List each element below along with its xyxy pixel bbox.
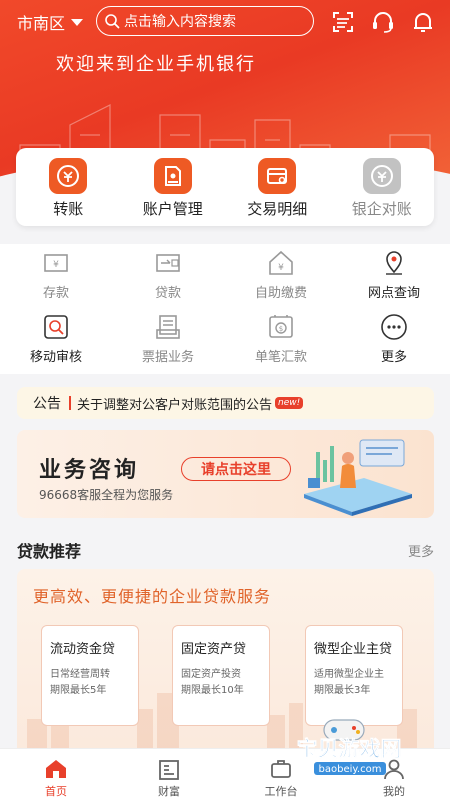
loan-headline: 更高效、更便捷的企业贷款服务 — [33, 587, 272, 606]
deposit-icon: ¥ — [44, 254, 68, 272]
loan-card-desc: 日常经营周转 — [50, 669, 110, 680]
consult-button[interactable]: 请点击这里 — [181, 457, 291, 481]
single-remit-icon: $ — [269, 315, 293, 338]
more-dots-icon — [381, 314, 407, 340]
notice-bar[interactable]: 公告 关于调整对公客户对账范围的公告 new! — [17, 387, 434, 419]
loan-card-desc: 适用微型企业主 — [314, 669, 384, 680]
loan-card-working-capital[interactable]: 流动资金贷 日常经营周转 期限最长5年 — [41, 625, 139, 726]
service-label: 移动审核 — [29, 350, 82, 365]
section-title: 贷款推荐 — [17, 542, 82, 561]
consult-illustration — [304, 439, 412, 516]
service-mobile-review[interactable]: 移动审核 — [0, 312, 112, 365]
consult-title: 业务咨询 — [39, 458, 140, 483]
nav-wealth[interactable]: 财富 — [124, 757, 214, 799]
quick-action-label: 账户管理 — [142, 200, 203, 218]
scan-icon[interactable] — [330, 9, 356, 35]
notice-tag: 公告 — [33, 396, 61, 412]
customer-service-icon[interactable] — [370, 9, 396, 35]
nav-label: 我的 — [383, 785, 405, 798]
branch-location-icon — [386, 251, 402, 275]
consult-subtitle: 96668客服全程为您服务 — [39, 488, 174, 502]
city-selector[interactable]: 市南区 — [17, 10, 84, 34]
service-bill-business[interactable]: 票据业务 — [112, 312, 224, 365]
gamepad-logo-icon: 宝贝游戏网 baobeiy.com — [296, 719, 402, 775]
welcome-text: 欢迎来到企业手机银行 — [56, 54, 256, 75]
search-input[interactable]: 点击输入内容搜索 — [96, 6, 314, 36]
top-bar: 市南区 点击输入内容搜索 — [0, 4, 450, 38]
new-badge: new! — [275, 397, 304, 409]
site-watermark: 宝贝游戏网 baobeiy.com — [276, 718, 422, 778]
service-deposit[interactable]: ¥ 存款 — [0, 248, 112, 301]
loan-card-fixed-asset[interactable]: 固定资产贷 固定资产投资 期限最长10年 — [172, 625, 270, 726]
nav-label: 财富 — [158, 785, 180, 798]
quick-action-reconcile[interactable]: 银企对账 — [330, 148, 435, 226]
service-grid: ¥ 存款 贷款 ¥ 自助缴费 网点查询 移动审核 票据业务 $ 单笔汇款 更多 — [0, 244, 450, 374]
bill-business-icon — [156, 315, 180, 339]
service-self-payment[interactable]: ¥ 自助缴费 — [225, 248, 337, 301]
consult-banner[interactable]: 业务咨询 请点击这里 96668客服全程为您服务 — [17, 430, 434, 518]
self-payment-icon: ¥ — [269, 250, 293, 275]
service-single-remit[interactable]: $ 单笔汇款 — [225, 312, 337, 365]
quick-action-transfer[interactable]: 转账 — [16, 148, 121, 226]
quick-action-label: 转账 — [53, 200, 84, 218]
quick-actions-card: 转账 账户管理 交易明细 银企对账 — [16, 148, 434, 226]
svg-text:宝贝游戏网: 宝贝游戏网 — [297, 737, 402, 761]
service-label: 票据业务 — [141, 350, 194, 365]
search-icon — [105, 14, 120, 29]
service-label: 存款 — [42, 286, 69, 301]
nav-home[interactable]: 首页 — [11, 757, 101, 799]
nav-label: 工作台 — [264, 785, 298, 798]
quick-action-label: 银企对账 — [351, 200, 412, 218]
notice-text: 关于调整对公客户对账范围的公告 — [77, 397, 273, 413]
loan-card-term: 期限最长5年 — [50, 685, 107, 696]
service-more[interactable]: 更多 — [338, 312, 450, 365]
loan-card-term: 期限最长3年 — [314, 685, 371, 696]
nav-label: 首页 — [45, 785, 67, 798]
service-label: 更多 — [380, 350, 407, 365]
bell-icon[interactable] — [410, 9, 436, 35]
service-label: 贷款 — [154, 286, 181, 301]
city-name: 市南区 — [17, 14, 66, 33]
notice-divider — [69, 396, 71, 410]
chevron-down-icon — [71, 18, 84, 26]
home-icon — [46, 760, 66, 778]
svg-text:¥: ¥ — [278, 263, 284, 273]
mobile-review-icon — [44, 315, 68, 339]
wealth-icon — [159, 760, 179, 780]
service-label: 自助缴费 — [254, 286, 307, 301]
quick-action-label: 交易明细 — [247, 200, 308, 218]
svg-text:$: $ — [279, 325, 283, 333]
loan-card-desc: 固定资产投资 — [181, 669, 241, 680]
quick-action-account-manage[interactable]: 账户管理 — [121, 148, 226, 226]
loan-card-micro-enterprise[interactable]: 微型企业主贷 适用微型企业主 期限最长3年 — [305, 625, 403, 726]
loan-card-name: 固定资产贷 — [181, 642, 247, 657]
svg-text:baobeiy.com: baobeiy.com — [319, 764, 382, 775]
account-manage-icon — [153, 158, 192, 194]
loan-card-name: 流动资金贷 — [50, 642, 116, 657]
transfer-icon — [49, 158, 88, 194]
loan-card-term: 期限最长10年 — [181, 685, 244, 696]
svg-text:¥: ¥ — [53, 260, 59, 270]
service-label: 网点查询 — [367, 286, 420, 301]
loan-card-name: 微型企业主贷 — [314, 642, 393, 657]
service-branch-location[interactable]: 网点查询 — [338, 248, 450, 301]
quick-action-transaction-detail[interactable]: 交易明细 — [225, 148, 330, 226]
loan-icon — [156, 254, 180, 272]
more-link[interactable]: 更多 — [408, 541, 434, 560]
service-label: 单笔汇款 — [254, 350, 307, 365]
service-loan[interactable]: 贷款 — [112, 248, 224, 301]
loan-section-header: 贷款推荐 更多 — [17, 538, 434, 562]
reconcile-icon — [362, 158, 401, 194]
search-placeholder: 点击输入内容搜索 — [124, 14, 236, 30]
transaction-detail-icon — [258, 158, 297, 194]
